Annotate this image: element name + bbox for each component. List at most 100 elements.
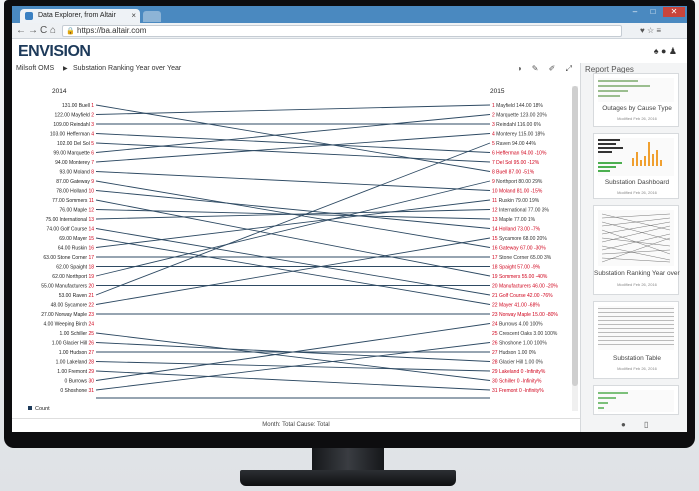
report-thumb-dashboard[interactable]: Substation Dashboard Modified Feb 26, 20… [593, 133, 679, 199]
thumb-label: Substation Table [613, 355, 661, 362]
browser-tab[interactable]: Data Explorer, from Altair × [20, 9, 140, 23]
thumb-sub: Modified Feb 26, 2016 [617, 366, 657, 371]
right-label: 16 Gateway 67.00 -30% [492, 246, 546, 252]
url-field[interactable]: 🔒 https://ba.altair.com [62, 25, 622, 37]
legend-swatch [28, 406, 32, 410]
thumb-preview [598, 390, 674, 412]
left-label: 62.00 Spaight 18 [56, 265, 94, 271]
thumb-preview [598, 306, 674, 350]
slope-line [95, 370, 491, 391]
envision-logo[interactable]: ENVISION [18, 43, 91, 61]
right-label: 20 Manufacturers 46.00 -20% [492, 284, 558, 290]
thumb-preview [598, 78, 674, 102]
left-label: 93.00 Moland 8 [60, 170, 95, 176]
scrollbar-thumb[interactable] [572, 86, 578, 386]
home-icon[interactable]: ⌂ [50, 25, 56, 37]
left-label: 131.00 Buell 1 [62, 103, 94, 109]
chart-tools[interactable]: ◑ ✎ ✐ ⤢ [517, 64, 576, 74]
chart-scrollbar[interactable] [572, 86, 578, 411]
monitor-base [240, 470, 456, 486]
right-label: 17 Stone Corner 65.00 3% [492, 255, 552, 261]
left-label: 63.00 Stone Corner 17 [43, 255, 94, 261]
left-label: 0 Shoshone 31 [60, 388, 94, 394]
filter-status: Month: Total Cause: Total [12, 418, 580, 432]
left-label: 53.00 Raven 21 [59, 293, 95, 299]
report-pages-panel: Report Pages Outages by Cause Type Modif… [580, 63, 687, 432]
left-label: 64.00 Ruskin 16 [58, 246, 94, 252]
report-thumb-ranking[interactable]: Substation Ranking Year over Y... Modifi… [593, 205, 680, 295]
right-label: 12 International 77.00 3% [492, 208, 550, 214]
right-label: 18 Spaight 57.00 -9% [492, 265, 541, 271]
slope-line [95, 190, 491, 229]
thumb-sub: Modified Feb 26, 2016 [617, 190, 657, 195]
report-thumb-table[interactable]: Substation Table Modified Feb 26, 2016 [593, 301, 679, 379]
close-window-button[interactable]: ✕ [663, 7, 685, 17]
minimize-button[interactable]: – [627, 7, 643, 17]
left-label: 1.00 Hudson 27 [59, 350, 95, 356]
new-tab-button[interactable] [143, 11, 161, 22]
left-label: 122.00 Mayfield 2 [55, 113, 95, 119]
breadcrumb-current: Substation Ranking Year over Year [73, 65, 182, 72]
screen: Data Explorer, from Altair × – □ ✕ ← → C… [12, 6, 687, 432]
left-label: 4.00 Weeping Birch 24 [44, 322, 95, 328]
slope-line [95, 104, 491, 115]
left-label: 48.00 Sycamore 22 [51, 303, 95, 309]
header-icons[interactable]: ♠ ● ♟ [654, 46, 677, 57]
thumb-label: Substation Ranking Year over Y... [594, 270, 680, 277]
slope-chart: 2014 2015 131.00 Buell 1 122.00 Mayfield 2 1… [28, 88, 558, 412]
thumb-preview [598, 210, 674, 266]
report-thumb-partial[interactable] [593, 385, 679, 415]
legend-label: Count [35, 406, 50, 412]
left-label: 55.00 Manufacturers 20 [41, 284, 94, 290]
left-label: 62.00 Northport 19 [52, 274, 94, 280]
left-label: 87.00 Gateway 9 [56, 179, 94, 185]
favicon-icon [25, 12, 33, 20]
slope-line [95, 142, 491, 163]
right-label: 15 Sycamore 68.00 20% [492, 236, 547, 242]
right-label: 14 Holland 73.00 -7% [492, 227, 541, 233]
browser-tabbar: Data Explorer, from Altair × – □ ✕ [12, 6, 687, 23]
left-label: 76.00 Maple 12 [60, 208, 95, 214]
right-label: 2 Marquette 123.00 20% [492, 113, 547, 119]
right-label: 7 Del Sol 95.00 -12% [492, 160, 540, 166]
right-label: 22 Mayer 41.00 -68% [492, 303, 540, 309]
slope-line [95, 133, 491, 153]
tab-close-icon[interactable]: × [131, 11, 136, 20]
thumb-label: Substation Dashboard [604, 179, 670, 186]
slope-line [95, 199, 491, 248]
browser-menu-icons[interactable]: ♥ ☆ ≡ [640, 25, 661, 37]
right-year-header: 2015 [490, 88, 505, 95]
left-label: 78.00 Holland 10 [56, 189, 94, 195]
left-label: 99.00 Marquette 6 [53, 151, 94, 157]
right-label: 29 Lakeland 0 -Infinity% [492, 369, 546, 375]
right-label: 10 Moland 81.00 -15% [492, 189, 543, 195]
slope-line [95, 199, 491, 277]
left-label: 1.00 Lakeland 28 [56, 360, 95, 366]
slope-line [95, 342, 491, 391]
left-label: 74.00 Golf Course 14 [46, 227, 94, 233]
right-label: 28 Glacier Hill 1.00 0% [492, 360, 543, 366]
left-label: 94.00 Monterey 7 [55, 160, 94, 166]
right-label: 8 Buell 87.00 -51% [492, 170, 535, 176]
right-label: 31 Fremont 0 -Infinity% [492, 388, 544, 394]
left-label: 77.00 Sommers 11 [52, 198, 94, 204]
panel-footer-icons[interactable]: ● ▯ [621, 420, 656, 429]
report-thumb-outages[interactable]: Outages by Cause Type Modified Feb 26, 2… [593, 73, 679, 127]
monitor-neck [312, 448, 384, 472]
right-label: 27 Hudson 1.00 0% [492, 350, 536, 356]
right-label: 30 Schiller 0 -Infinity% [492, 379, 542, 385]
breadcrumb-parent[interactable]: Milsoft OMS [16, 65, 54, 72]
thumb-preview [598, 138, 674, 176]
right-label: 5 Raven 94.00 44% [492, 141, 536, 147]
back-icon[interactable]: ← [16, 25, 26, 37]
forward-icon[interactable]: → [28, 25, 38, 37]
right-label: 6 Hefferman 94.00 -10% [492, 151, 547, 157]
right-label: 9 Northport 80.00 29% [492, 179, 543, 185]
left-label: 103.00 Hefferman 4 [50, 132, 94, 138]
thumb-sub: Modified Feb 26, 2016 [617, 116, 657, 121]
maximize-button[interactable]: □ [645, 7, 661, 17]
slope-line [95, 332, 491, 381]
slope-line [95, 171, 491, 191]
right-label: 1 Mayfield 144.00 18% [492, 103, 543, 109]
reload-icon[interactable]: C [40, 25, 47, 37]
